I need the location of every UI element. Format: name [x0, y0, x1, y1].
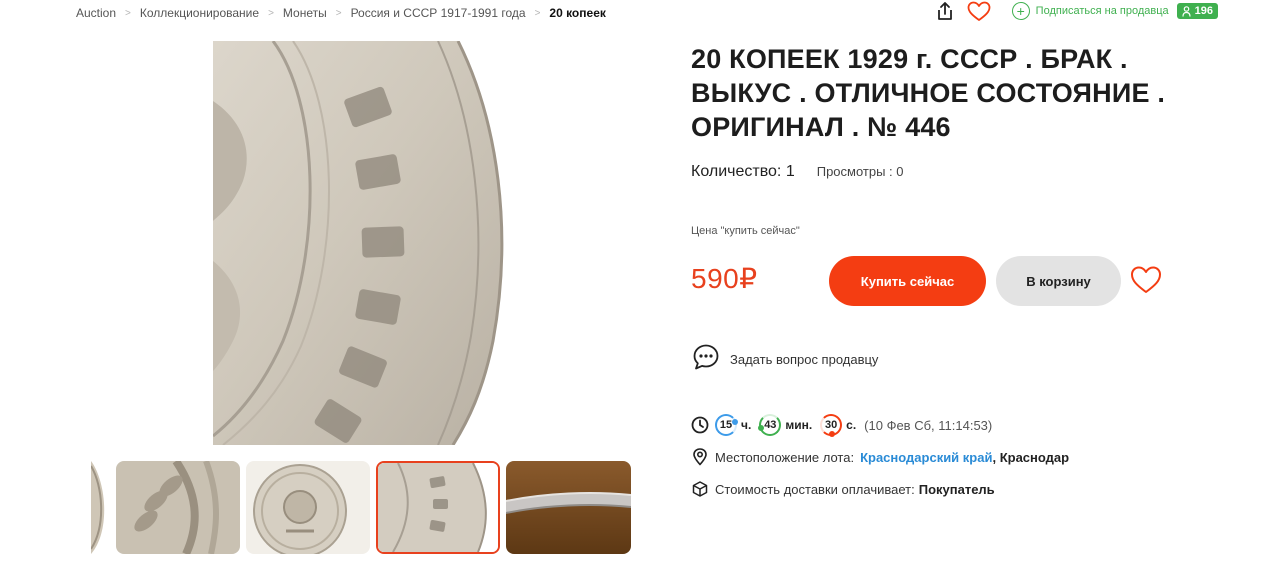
price-value: 590₽ [691, 263, 758, 294]
price-caption: Цена "купить сейчас" [691, 225, 800, 237]
timer-minutes-unit: мин. [785, 418, 813, 432]
chat-icon [692, 343, 720, 376]
thumbnail-0[interactable] [91, 461, 111, 554]
thumbnail-1[interactable] [116, 461, 240, 554]
top-actions: + Подписаться на продавца 196 [934, 0, 1218, 22]
location-pin-icon [691, 448, 709, 466]
main-product-image[interactable] [213, 41, 508, 445]
breadcrumb-separator: > [125, 7, 131, 19]
thumbnail-strip [91, 461, 631, 554]
heart-icon[interactable] [1130, 265, 1162, 295]
breadcrumb-current: 20 копеек [549, 6, 606, 20]
location-label: Местоположение лота: [715, 449, 855, 465]
breadcrumb-separator: > [534, 7, 541, 19]
plus-icon: + [1011, 2, 1030, 20]
box-icon [691, 480, 709, 498]
timer-minutes-value: 43 [764, 419, 777, 431]
breadcrumb-separator: > [335, 7, 342, 19]
views-text: Просмотры : 0 [816, 164, 904, 179]
seller-rating-badge[interactable]: 196 [1176, 3, 1218, 19]
timer-hours-unit: ч. [741, 418, 752, 432]
breadcrumb-separator: > [268, 7, 274, 19]
timer-hours-value: 15 [719, 419, 733, 431]
location-region-link[interactable]: Краснодарский край [860, 450, 992, 465]
share-icon[interactable] [934, 0, 956, 22]
ask-seller-button[interactable]: Задать вопрос продавцу [692, 343, 878, 376]
shipping-payer: Покупатель [918, 481, 995, 497]
quantity-text: Количество: 1 [691, 163, 795, 180]
timer-minutes: 43 [758, 414, 782, 436]
user-icon [1182, 5, 1191, 17]
add-to-cart-button[interactable]: В корзину [996, 256, 1121, 306]
breadcrumb-link-russia-ussr[interactable]: Россия и СССР 1917-1991 года [351, 6, 526, 20]
auction-end-date: (10 Фев Сб, 11:14:53) [864, 417, 993, 433]
subscribe-label: Подписаться на продавца [1035, 5, 1169, 17]
thumbnail-4[interactable] [506, 461, 631, 554]
breadcrumb-link-coins[interactable]: Монеты [283, 6, 327, 20]
heart-icon[interactable] [966, 0, 992, 22]
timer-seconds-unit: с. [846, 418, 857, 432]
buy-now-button[interactable]: Купить сейчас [829, 256, 986, 306]
timer-seconds-value: 30 [825, 419, 838, 431]
thumbnail-3-active[interactable] [376, 461, 500, 554]
quantity-row: Количество: 1 Просмотры : 0 [691, 163, 904, 181]
shipping-info: Стоимость доставки оплачивает: Покупател… [691, 480, 995, 498]
lot-title: 20 КОПЕЕК 1929 г. СССР . БРАК . ВЫКУС . … [691, 44, 1166, 142]
auction-timer: 15 ч. 43 мин. 30 с. (10 Фев Сб, 11:14:53… [691, 414, 993, 437]
breadcrumb: Auction > Коллекционирование > Монеты > … [76, 6, 606, 20]
subscribe-button[interactable]: + Подписаться на продавца [1011, 2, 1169, 20]
seller-rating-value: 196 [1194, 5, 1213, 17]
breadcrumb-link-collecting[interactable]: Коллекционирование [140, 6, 259, 20]
clock-icon [691, 416, 709, 434]
breadcrumb-link-auction[interactable]: Auction [76, 6, 116, 20]
timer-hours: 15 [715, 414, 738, 436]
lot-location: Местоположение лота: Краснодарский край … [691, 448, 1069, 466]
timer-seconds: 30 [820, 414, 843, 437]
ask-seller-label: Задать вопрос продавцу [730, 352, 879, 367]
location-city: , Краснодар [992, 449, 1070, 465]
thumbnail-2[interactable] [246, 461, 370, 554]
shipping-label: Стоимость доставки оплачивает: [715, 481, 915, 497]
